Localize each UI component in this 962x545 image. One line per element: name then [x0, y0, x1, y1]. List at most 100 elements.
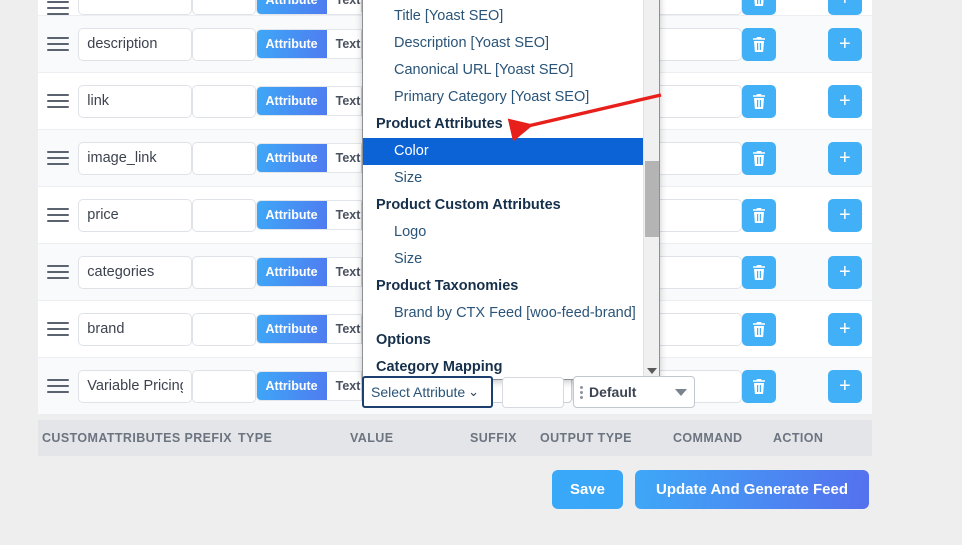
trash-icon[interactable] [741, 84, 776, 118]
plus-icon[interactable]: + [827, 141, 862, 175]
attribute-name-cell [78, 141, 192, 175]
command-cell [741, 255, 828, 289]
type-toggle[interactable]: Attribute Text [255, 29, 371, 59]
drag-handle-icon[interactable] [47, 322, 70, 336]
prefix-input[interactable] [191, 198, 256, 232]
column-header-action: ACTION [773, 431, 824, 445]
type-toggle-attribute[interactable]: Attribute [256, 30, 327, 58]
plus-icon[interactable]: + [827, 84, 862, 118]
attribute-name-cell [78, 84, 192, 118]
save-button[interactable]: Save [551, 470, 624, 509]
dropdown-option[interactable]: Size [363, 165, 645, 192]
update-and-generate-feed-button[interactable]: Update And Generate Feed [635, 470, 869, 509]
trash-icon[interactable] [741, 198, 776, 232]
scroll-down-arrow-icon[interactable] [647, 368, 657, 374]
dropdown-group-label: Options [376, 332, 431, 348]
attribute-name-cell [78, 198, 192, 232]
prefix-input[interactable] [191, 141, 256, 175]
drag-handle-icon[interactable] [47, 265, 70, 279]
dropdown-option[interactable]: Color [363, 138, 645, 165]
dropdown-option[interactable]: Size [363, 246, 645, 273]
dropdown-scrollbar[interactable] [643, 0, 659, 379]
table-column-headers: CUSTOMATTRIBUTES PREFIX TYPE VALUE SUFFI… [38, 420, 872, 456]
drag-handle-icon[interactable] [47, 1, 70, 15]
prefix-input[interactable] [191, 255, 256, 289]
type-toggle[interactable]: Attribute Text [255, 314, 371, 344]
dropdown-option[interactable]: Canonical URL [Yoast SEO] [363, 57, 645, 84]
drag-handle-cell [38, 94, 78, 108]
attribute-name-input[interactable] [78, 255, 192, 289]
attribute-name-input[interactable] [78, 312, 192, 346]
plus-icon[interactable]: + [827, 0, 862, 15]
dropdown-option[interactable]: Primary Category [Yoast SEO] [363, 84, 645, 111]
type-toggle-attribute[interactable]: Attribute [256, 258, 327, 286]
dropdown-option[interactable]: Description [Yoast SEO] [363, 30, 645, 57]
attribute-dropdown-list[interactable]: Title [Yoast SEO] Description [Yoast SEO]… [362, 0, 660, 380]
trash-icon[interactable] [741, 0, 776, 15]
select-attribute-dropdown[interactable]: Select Attribute ⌄ [362, 376, 493, 408]
drag-handle-icon[interactable] [47, 208, 70, 222]
suffix-input[interactable] [502, 376, 564, 408]
prefix-cell [191, 312, 256, 346]
drag-handle-icon[interactable] [47, 94, 70, 108]
type-toggle-attribute[interactable]: Attribute [256, 201, 327, 229]
drag-handle-icon[interactable] [47, 151, 70, 165]
type-cell: Attribute Text [255, 257, 371, 287]
trash-icon[interactable] [741, 255, 776, 289]
drag-handle-cell [38, 265, 78, 279]
prefix-cell [191, 198, 256, 232]
plus-icon[interactable]: + [827, 312, 862, 346]
action-cell: + [827, 312, 872, 346]
action-cell: + [827, 27, 872, 61]
action-cell: + [827, 141, 872, 175]
trash-icon[interactable] [741, 27, 776, 61]
type-toggle[interactable]: Attribute Text [255, 0, 371, 15]
dropdown-scrollbar-thumb[interactable] [645, 161, 659, 237]
trash-icon[interactable] [741, 312, 776, 346]
drag-handle-cell [38, 322, 78, 336]
type-toggle[interactable]: Attribute Text [255, 371, 371, 401]
drag-handle-icon[interactable] [47, 379, 70, 393]
plus-icon[interactable]: + [827, 369, 862, 403]
dropdown-group-label: Product Attributes [376, 116, 503, 132]
column-header-value: VALUE [350, 431, 394, 445]
attribute-name-input[interactable] [78, 27, 192, 61]
attribute-name-cell [78, 27, 192, 61]
type-toggle-attribute[interactable]: Attribute [256, 372, 327, 400]
type-toggle[interactable]: Attribute Text [255, 143, 371, 173]
trash-icon[interactable] [741, 141, 776, 175]
plus-icon[interactable]: + [827, 255, 862, 289]
action-cell: + [827, 369, 872, 403]
attribute-name-input[interactable] [78, 0, 192, 15]
dropdown-option[interactable]: Brand by CTX Feed [woo-feed-brand] [363, 300, 645, 327]
output-type-select[interactable]: Default [573, 376, 695, 408]
column-header-customattributes-prefix: CUSTOMATTRIBUTES PREFIX [42, 431, 233, 445]
trash-icon[interactable] [741, 369, 776, 403]
type-toggle-attribute[interactable]: Attribute [256, 0, 327, 14]
prefix-input[interactable] [191, 369, 256, 403]
prefix-input[interactable] [191, 27, 256, 61]
type-toggle-attribute[interactable]: Attribute [256, 144, 327, 172]
attribute-name-input[interactable] [78, 84, 192, 118]
drag-handle-icon[interactable] [47, 37, 70, 51]
action-cell: + [827, 0, 872, 15]
type-toggle[interactable]: Attribute Text [255, 200, 371, 230]
type-toggle[interactable]: Attribute Text [255, 86, 371, 116]
plus-icon[interactable]: + [827, 27, 862, 61]
prefix-input[interactable] [191, 84, 256, 118]
prefix-cell [191, 84, 256, 118]
attribute-name-input[interactable] [78, 141, 192, 175]
dropdown-option[interactable]: Logo [363, 219, 645, 246]
type-cell: Attribute Text [255, 200, 371, 230]
dropdown-option[interactable]: Title [Yoast SEO] [363, 3, 645, 30]
attribute-name-input[interactable] [78, 198, 192, 232]
plus-icon[interactable]: + [827, 198, 862, 232]
command-cell [741, 0, 828, 15]
prefix-input[interactable] [191, 0, 256, 15]
attribute-name-input[interactable] [78, 369, 192, 403]
type-toggle-attribute[interactable]: Attribute [256, 87, 327, 115]
type-toggle[interactable]: Attribute Text [255, 257, 371, 287]
drag-handle-cell [38, 379, 78, 393]
type-toggle-attribute[interactable]: Attribute [256, 315, 327, 343]
prefix-input[interactable] [191, 312, 256, 346]
